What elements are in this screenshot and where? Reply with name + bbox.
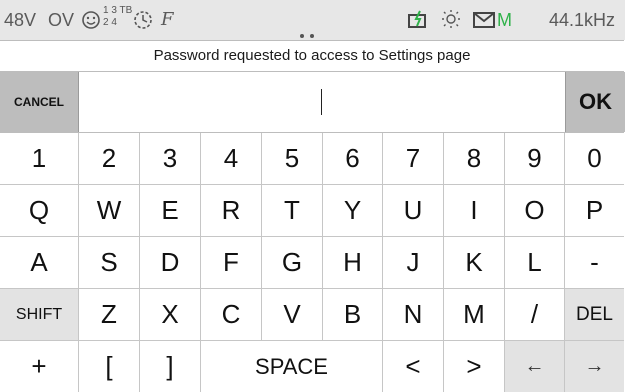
key-plus[interactable]: + [0, 341, 79, 392]
cursor-left-key[interactable]: ← [505, 341, 565, 392]
key-h[interactable]: H [323, 237, 383, 288]
key-y[interactable]: Y [323, 185, 383, 236]
key-9[interactable]: 9 [505, 133, 565, 184]
key-right-bracket[interactable]: ] [140, 341, 201, 392]
key-1[interactable]: 1 [0, 133, 79, 184]
page-indicator-dots [300, 34, 316, 38]
key-a[interactable]: A [0, 237, 79, 288]
key-f[interactable]: F [201, 237, 262, 288]
key-m[interactable]: M [444, 289, 505, 340]
key-s[interactable]: S [79, 237, 140, 288]
script-icon: F [161, 9, 174, 30]
key-2[interactable]: 2 [79, 133, 140, 184]
key-n[interactable]: N [383, 289, 444, 340]
key-e[interactable]: E [140, 185, 201, 236]
sample-rate: 44.1kHz [549, 10, 616, 30]
brightness-icon [442, 10, 460, 28]
password-dialog: Password requested to access to Settings… [0, 40, 625, 392]
shift-key[interactable]: SHIFT [0, 289, 79, 340]
mail-icon [473, 12, 495, 28]
m-indicator: M [497, 10, 512, 30]
key-d[interactable]: D [140, 237, 201, 288]
key-k[interactable]: K [444, 237, 505, 288]
key-7[interactable]: 7 [383, 133, 444, 184]
key-hyphen[interactable]: - [565, 237, 624, 288]
key-j[interactable]: J [383, 237, 444, 288]
key-0[interactable]: 0 [565, 133, 624, 184]
key-c[interactable]: C [201, 289, 262, 340]
timecode-icon [134, 11, 152, 29]
status-bar: 48V OV 1 3 TB 2 4 F M 44.1kHz [0, 0, 625, 40]
keyboard-row-bottom: + [ ] SPACE < > ← → [0, 341, 624, 392]
cancel-button[interactable]: CANCEL [0, 72, 79, 132]
key-greater-than[interactable]: > [444, 341, 505, 392]
key-b[interactable]: B [323, 289, 383, 340]
key-w[interactable]: W [79, 185, 140, 236]
key-3[interactable]: 3 [140, 133, 201, 184]
key-u[interactable]: U [383, 185, 444, 236]
key-8[interactable]: 8 [444, 133, 505, 184]
password-input-row: CANCEL OK [0, 71, 625, 133]
key-p[interactable]: P [565, 185, 624, 236]
track-arm-top: 1 3 TB [103, 5, 133, 16]
keyboard-row-zxcv: SHIFT Z X C V B N M / DEL [0, 289, 624, 341]
smiley-icon [82, 11, 100, 29]
key-slash[interactable]: / [505, 289, 565, 340]
key-v[interactable]: V [262, 289, 323, 340]
keyboard-row-asdf: A S D F G H J K L - [0, 237, 624, 289]
keyboard-row-numbers: 1 2 3 4 5 6 7 8 9 0 [0, 133, 624, 185]
track-arm-bottom: 2 4 [103, 17, 117, 28]
mode-indicator: OV [48, 10, 75, 30]
key-6[interactable]: 6 [323, 133, 383, 184]
key-5[interactable]: 5 [262, 133, 323, 184]
text-caret [321, 89, 322, 115]
key-o[interactable]: O [505, 185, 565, 236]
password-field[interactable] [79, 72, 565, 132]
key-t[interactable]: T [262, 185, 323, 236]
key-x[interactable]: X [140, 289, 201, 340]
key-l[interactable]: L [505, 237, 565, 288]
card-charge-icon [408, 10, 426, 28]
key-4[interactable]: 4 [201, 133, 262, 184]
space-key[interactable]: SPACE [201, 341, 383, 392]
phantom-power-indicator: 48V [4, 10, 37, 30]
key-less-than[interactable]: < [383, 341, 444, 392]
key-q[interactable]: Q [0, 185, 79, 236]
ok-button[interactable]: OK [565, 72, 625, 132]
key-r[interactable]: R [201, 185, 262, 236]
key-g[interactable]: G [262, 237, 323, 288]
keyboard-row-qwerty: Q W E R T Y U I O P [0, 185, 624, 237]
dialog-title: Password requested to access to Settings… [0, 41, 624, 70]
key-i[interactable]: I [444, 185, 505, 236]
delete-key[interactable]: DEL [565, 289, 624, 340]
cursor-right-key[interactable]: → [565, 341, 624, 392]
key-left-bracket[interactable]: [ [79, 341, 140, 392]
key-z[interactable]: Z [79, 289, 140, 340]
